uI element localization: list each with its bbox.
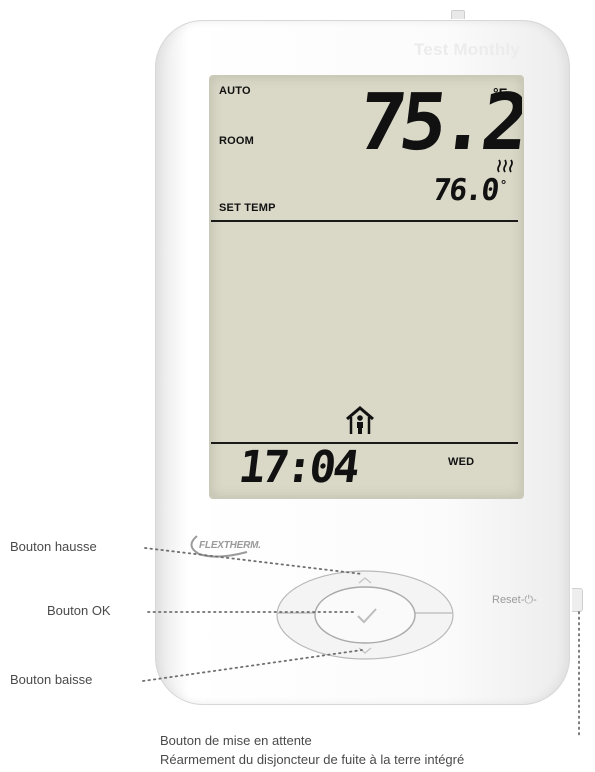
top-standby-nub[interactable] [451, 10, 465, 19]
day-of-week: WED [448, 456, 475, 468]
callout-down-button: Bouton baisse [10, 672, 93, 687]
heating-icon [497, 159, 513, 173]
ok-button[interactable] [318, 590, 412, 638]
up-button[interactable] [320, 566, 410, 588]
lcd-divider-top [211, 220, 518, 222]
room-label: ROOM [219, 135, 255, 147]
flextherm-logo: FLEXTHERM. [199, 540, 261, 551]
set-temperature-unit: ° [501, 177, 507, 192]
lcd-screen: AUTO ROOM 75.2 °F 76.0 ° SET TEMP 17:04 … [209, 75, 524, 499]
home-occupied-icon [346, 406, 374, 434]
reset-standby-label: Reset-⏻- [492, 594, 537, 606]
brand-top-text: Test Monthly [414, 40, 520, 59]
set-temperature: 76.0 [430, 173, 500, 208]
mode-label: AUTO [219, 85, 251, 97]
clock-time: 17:04 [235, 442, 360, 493]
set-temp-label: SET TEMP [219, 202, 276, 214]
room-temperature-unit: °F [493, 85, 508, 101]
callout-ok-button: Bouton OK [47, 603, 111, 618]
callout-standby-button: Bouton de mise en attente [160, 733, 312, 748]
callout-gfci-reset: Réarmement du disjoncteur de fuite à la … [160, 752, 465, 767]
callout-up-button: Bouton hausse [10, 539, 97, 554]
down-button[interactable] [320, 640, 410, 664]
side-reset-nub[interactable] [572, 588, 583, 612]
